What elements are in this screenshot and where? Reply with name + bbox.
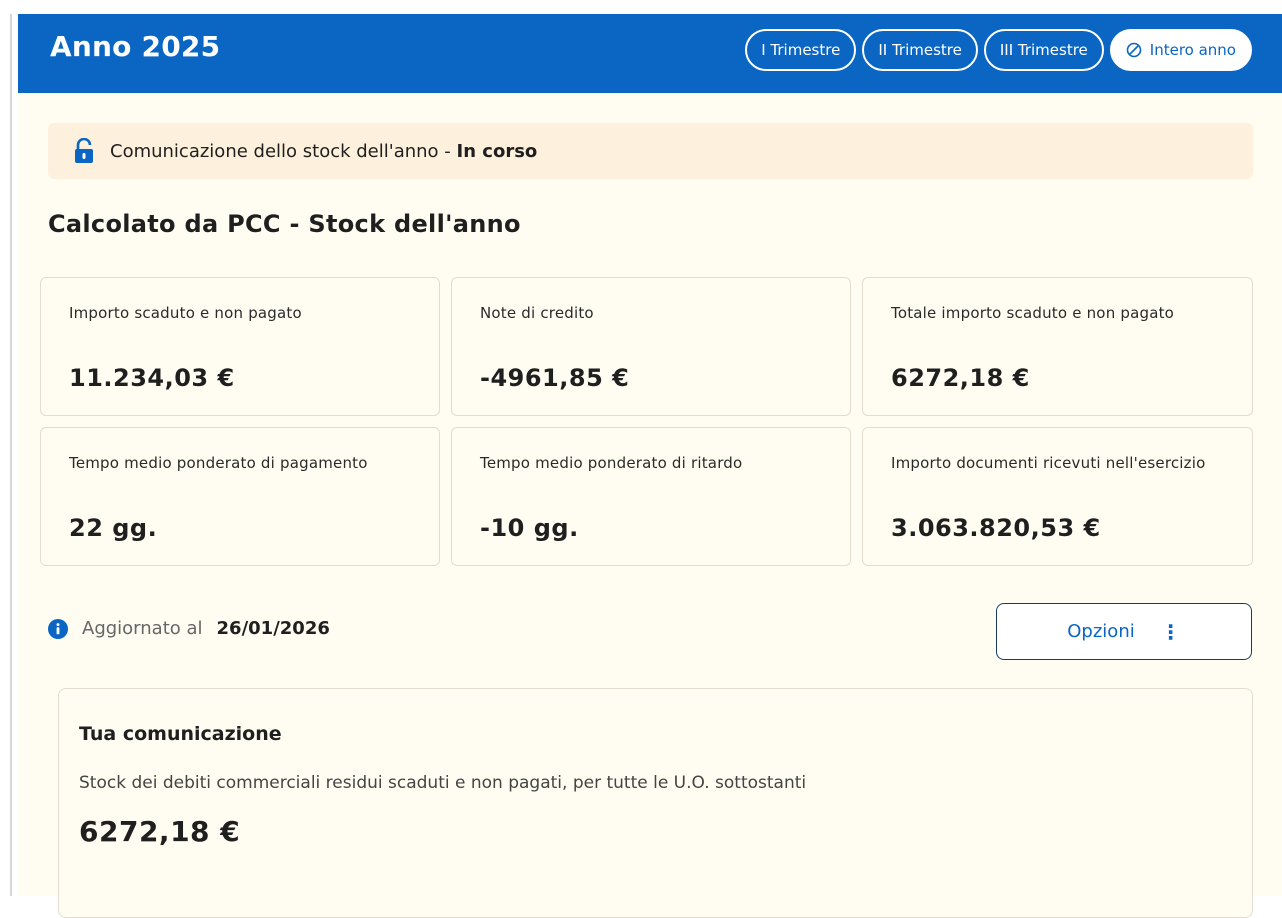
communication-title: Tua comunicazione [79, 723, 282, 745]
card-value: -4961,85 € [480, 364, 630, 392]
communication-value: 6272,18 € [79, 815, 241, 848]
communication-card: Tua comunicazione Stock dei debiti comme… [58, 688, 1253, 918]
card-documents-received: Importo documenti ricevuti nell'esercizi… [862, 427, 1253, 566]
card-avg-delay: Tempo medio ponderato di ritardo -10 gg. [451, 427, 851, 566]
card-value: 3.063.820,53 € [891, 514, 1101, 542]
card-value: 22 gg. [69, 514, 158, 542]
updated-prefix: Aggiornato al [82, 618, 203, 639]
card-label: Tempo medio ponderato di pagamento [69, 454, 368, 472]
card-credit-notes: Note di credito -4961,85 € [451, 277, 851, 416]
card-label: Totale importo scaduto e non pagato [891, 304, 1175, 322]
options-label: Opzioni [1067, 621, 1135, 642]
period-full-year-label: Intero anno [1149, 41, 1236, 59]
card-label: Importo documenti ricevuti nell'esercizi… [891, 454, 1206, 472]
card-overdue-unpaid: Importo scaduto e non pagato 11.234,03 € [40, 277, 440, 416]
period-q1-button[interactable]: I Trimestre [745, 29, 857, 71]
lock-icon [75, 138, 93, 163]
period-selector: I Trimestre II Trimestre III Trimestre I… [745, 29, 1252, 71]
options-button[interactable]: Opzioni ⋮ [996, 603, 1252, 660]
section-title: Calcolato da PCC - Stock dell'anno [48, 210, 521, 238]
period-q3-label: III Trimestre [999, 41, 1088, 59]
period-q2-label: II Trimestre [878, 41, 962, 59]
slash-circle-icon [1126, 42, 1142, 58]
page-title: Anno 2025 [50, 30, 221, 63]
left-divider [10, 14, 12, 896]
card-value: -10 gg. [480, 514, 579, 542]
info-icon [48, 618, 68, 639]
card-value: 11.234,03 € [69, 364, 235, 392]
card-total-overdue: Totale importo scaduto e non pagato 6272… [862, 277, 1253, 416]
card-avg-payment-time: Tempo medio ponderato di pagamento 22 gg… [40, 427, 440, 566]
last-updated: Aggiornato al 26/01/2026 [48, 618, 330, 639]
kebab-menu-icon: ⋮ [1160, 619, 1181, 644]
card-value: 6272,18 € [891, 364, 1030, 392]
card-label: Importo scaduto e non pagato [69, 304, 302, 322]
period-q2-button[interactable]: II Trimestre [862, 29, 978, 71]
year-header: Anno 2025 I Trimestre II Trimestre III T… [18, 14, 1282, 93]
stock-status-notice: Comunicazione dello stock dell'anno - In… [48, 123, 1253, 179]
card-label: Tempo medio ponderato di ritardo [480, 454, 743, 472]
period-q3-button[interactable]: III Trimestre [983, 29, 1104, 71]
updated-date: 26/01/2026 [216, 618, 330, 639]
period-full-year-button[interactable]: Intero anno [1109, 29, 1252, 71]
card-label: Note di credito [480, 304, 594, 322]
communication-description: Stock dei debiti commerciali residui sca… [79, 773, 807, 793]
content-panel: Comunicazione dello stock dell'anno - In… [18, 93, 1282, 918]
period-q1-label: I Trimestre [761, 41, 841, 59]
notice-status: In corso [456, 140, 538, 162]
notice-text: Comunicazione dello stock dell'anno - In… [110, 140, 538, 162]
page: Anno 2025 I Trimestre II Trimestre III T… [0, 0, 1282, 918]
